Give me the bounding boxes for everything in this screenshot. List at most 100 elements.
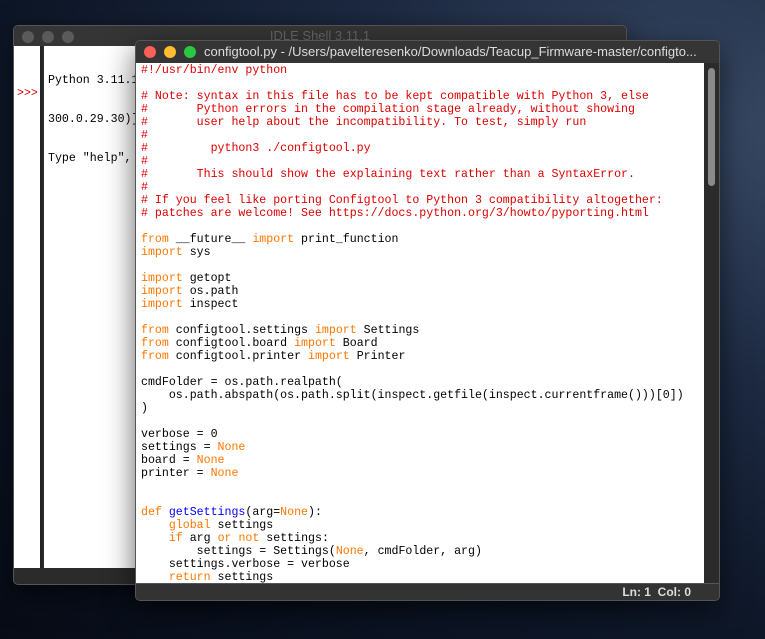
keyword-token: from <box>141 233 169 246</box>
comment-token: # If you feel like porting Configtool to… <box>141 194 663 207</box>
keyword-token: import <box>141 285 183 298</box>
code-line: # If you feel like porting Configtool to… <box>141 194 701 207</box>
zoom-button[interactable] <box>62 31 74 43</box>
shell-prompt-gutter: >>> <box>14 46 42 568</box>
keyword-token: global <box>168 519 211 532</box>
code-token: settings: <box>259 532 329 545</box>
code-token: inspect <box>182 298 239 311</box>
code-token: Printer <box>349 350 406 363</box>
minimize-button[interactable] <box>42 31 54 43</box>
scrollbar-thumb[interactable] <box>708 68 715 186</box>
keyword-token: or <box>217 532 232 545</box>
status-bar: Ln: 1 Col: 0 <box>136 583 719 600</box>
code-line: # user help about the incompatibility. T… <box>141 116 701 129</box>
keyword-token: def <box>141 506 162 519</box>
code-line: global settings <box>141 519 701 532</box>
comment-token: # patches are welcome! See https://docs.… <box>141 207 649 220</box>
code-line: settings = Settings(None, cmdFolder, arg… <box>141 545 701 558</box>
comment-token: # python3 ./configtool.py <box>141 142 371 155</box>
shell-prompt: >>> <box>17 87 38 100</box>
keyword-token: import <box>252 233 295 246</box>
code-token: print_function <box>294 233 399 246</box>
code-token: verbose = 0 <box>141 428 218 441</box>
code-line: from configtool.board import Board <box>141 337 701 350</box>
code-line: import inspect <box>141 298 701 311</box>
code-line: def getSettings(arg=None): <box>141 506 701 519</box>
editor-titlebar[interactable]: configtool.py - /Users/pavelteresenko/Do… <box>136 41 719 63</box>
code-line: printer = None <box>141 467 701 480</box>
code-line: if arg or not settings: <box>141 532 701 545</box>
code-line: import sys <box>141 246 701 259</box>
code-token: settings = Settings( <box>141 545 336 558</box>
code-line: from configtool.settings import Settings <box>141 324 701 337</box>
definition-token: getSettings <box>168 506 246 519</box>
editor-window: configtool.py - /Users/pavelteresenko/Do… <box>135 40 720 601</box>
code-line: #!/usr/bin/env python <box>141 64 701 77</box>
comment-token: # Note: syntax in this file has to be ke… <box>141 90 649 103</box>
keyword-token: import <box>314 324 357 337</box>
code-line: from configtool.printer import Printer <box>141 350 701 363</box>
keyword-token: not <box>238 532 260 545</box>
code-line: # Python errors in the compilation stage… <box>141 103 701 116</box>
comment-token: # <box>141 155 148 168</box>
keyword-token: None <box>280 506 309 519</box>
code-line: settings = None <box>141 441 701 454</box>
keyword-token: from <box>141 324 169 337</box>
code-token: (arg= <box>245 506 281 519</box>
minimize-button[interactable] <box>164 46 176 58</box>
code-token: settings <box>210 519 274 532</box>
code-token: settings = <box>141 441 218 454</box>
code-line: # patches are welcome! See https://docs.… <box>141 207 701 220</box>
keyword-token: from <box>141 337 169 350</box>
close-button[interactable] <box>144 46 156 58</box>
code-token: cmdFolder = os.path.realpath( <box>141 376 343 389</box>
keyword-token: import <box>308 350 350 363</box>
code-editor[interactable]: #!/usr/bin/env python # Note: syntax in t… <box>136 63 706 585</box>
code-line: verbose = 0 <box>141 428 701 441</box>
keyword-token: import <box>141 298 183 311</box>
code-line: os.path.abspath(os.path.split(inspect.ge… <box>141 389 701 402</box>
code-token: getopt <box>182 272 232 285</box>
code-token: Board <box>335 337 378 350</box>
keyword-token: import <box>141 246 183 259</box>
code-token: configtool.board <box>168 337 295 350</box>
comment-token: # This should show the explaining text r… <box>141 168 635 181</box>
comment-token: # Python errors in the compilation stage… <box>141 103 635 116</box>
code-line: ) <box>141 402 701 415</box>
code-line: # <box>141 181 701 194</box>
keyword-token: None <box>335 545 364 558</box>
code-token: ): <box>308 506 322 519</box>
code-line: # <box>141 129 701 142</box>
code-token: sys <box>182 246 211 259</box>
code-token: printer = <box>141 467 211 480</box>
code-token: ) <box>141 402 148 415</box>
code-line: cmdFolder = os.path.realpath( <box>141 376 701 389</box>
zoom-button[interactable] <box>184 46 196 58</box>
keyword-token: None <box>210 467 239 480</box>
code-token: board = <box>141 454 197 467</box>
code-token: settings.verbose = verbose <box>141 558 350 571</box>
keyword-token: from <box>141 350 169 363</box>
comment-token: # <box>141 181 148 194</box>
close-button[interactable] <box>22 31 34 43</box>
vertical-scrollbar[interactable] <box>704 63 719 585</box>
editor-title: configtool.py - /Users/pavelteresenko/Do… <box>204 44 697 59</box>
line-number: Ln: 1 <box>622 585 651 599</box>
code-token: os.path <box>182 285 239 298</box>
code-token: arg <box>182 532 218 545</box>
comment-token: # <box>141 129 148 142</box>
code-token: Settings <box>356 324 420 337</box>
code-line: board = None <box>141 454 701 467</box>
code-token: configtool.settings <box>168 324 315 337</box>
column-number: Col: 0 <box>657 585 691 599</box>
